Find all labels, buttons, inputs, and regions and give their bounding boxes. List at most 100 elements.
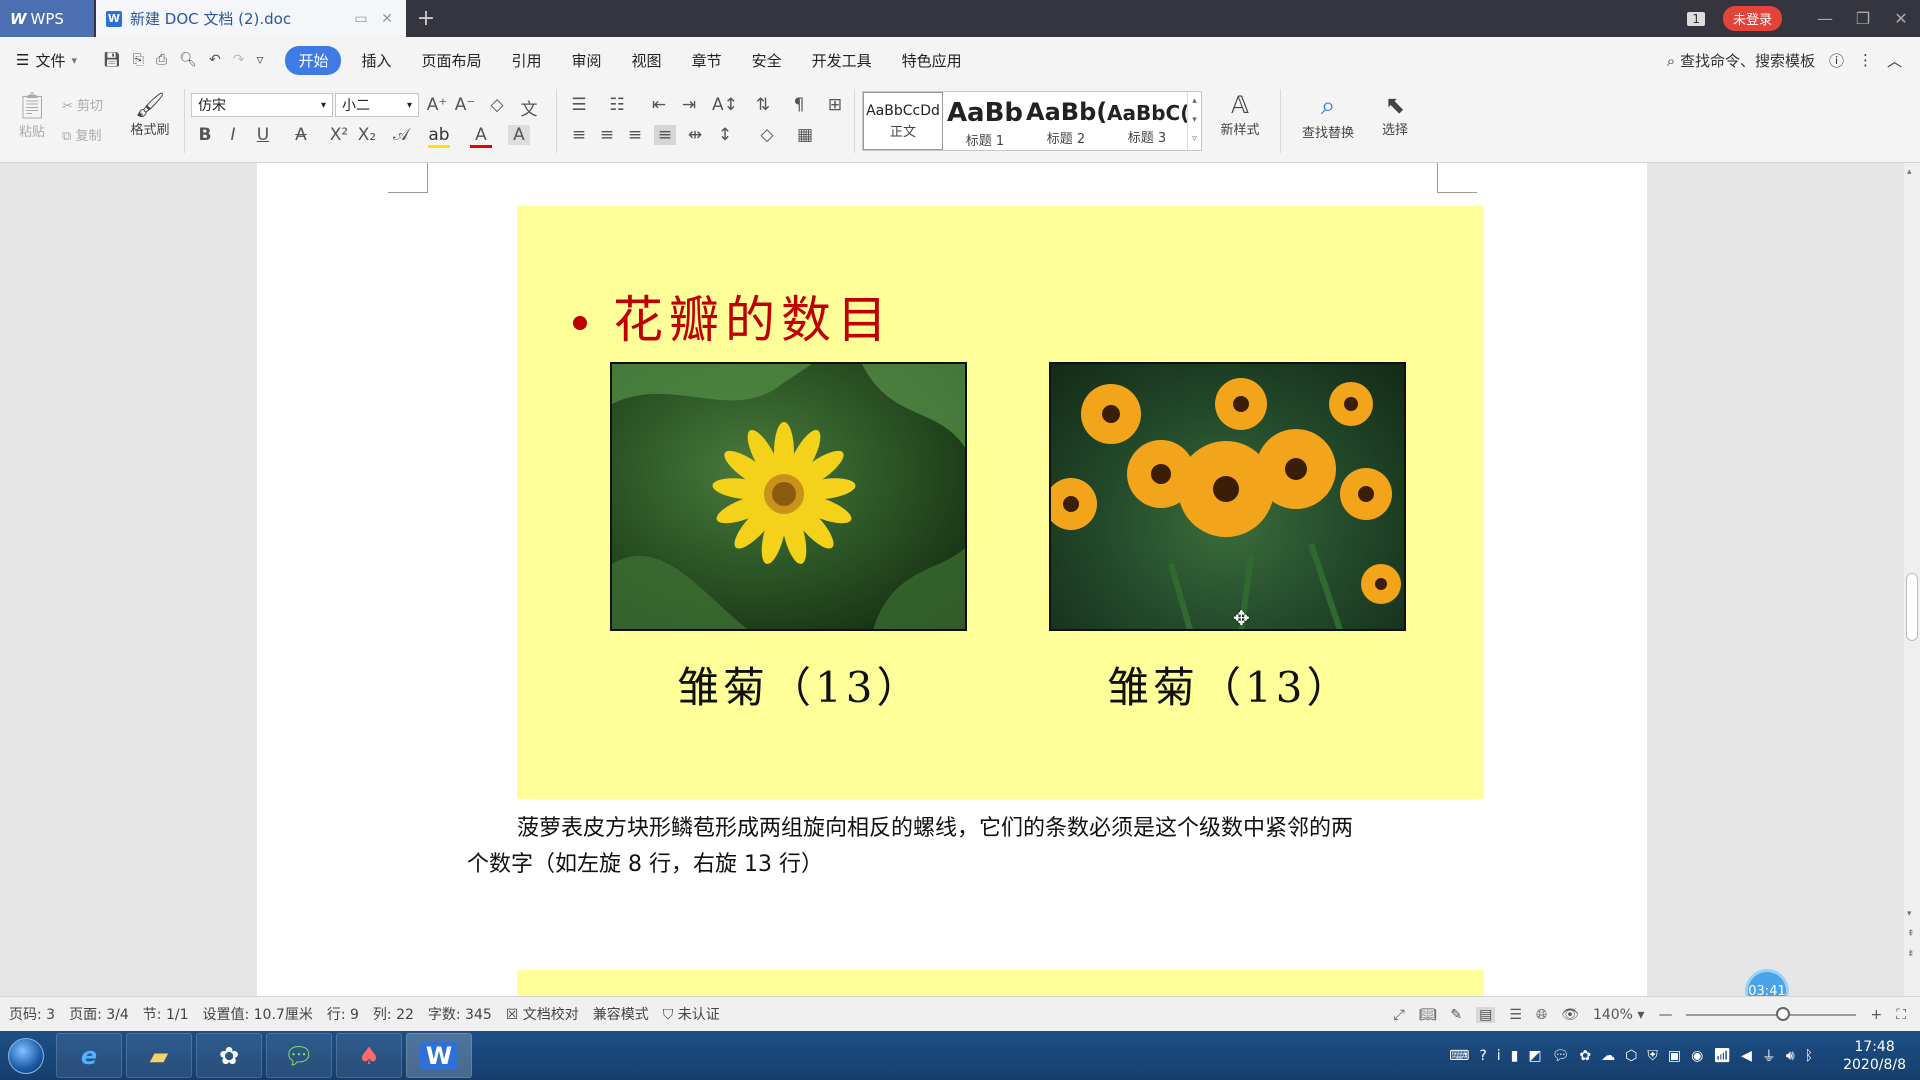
flower-tray-icon[interactable]: ✿ — [1579, 1048, 1591, 1064]
zoom-slider[interactable] — [1686, 1006, 1857, 1021]
save-icon[interactable]: 💾︎ — [103, 52, 121, 68]
tab-security[interactable]: 安全 — [742, 46, 792, 75]
taskbar-explorer[interactable]: ▰ — [126, 1033, 192, 1078]
undo-icon[interactable]: ↶ — [209, 52, 221, 68]
strikethrough-icon[interactable]: A — [290, 125, 312, 145]
taskbar-ie[interactable]: e — [56, 1033, 122, 1078]
font-size-select[interactable]: 小二 ▾ — [335, 93, 419, 117]
prev-page-icon[interactable]: ⇞ — [1907, 929, 1915, 939]
status-page[interactable]: 页面: 3/4 — [69, 1004, 129, 1024]
scroll-up-icon[interactable]: ▴ — [1907, 167, 1912, 177]
tab-developer[interactable]: 开发工具 — [802, 46, 882, 75]
italic-icon[interactable]: I — [222, 125, 244, 145]
taskbar-wechat[interactable]: 💬︎ — [266, 1033, 332, 1078]
align-center-icon[interactable]: ≡ — [596, 125, 618, 145]
align-left-icon[interactable]: ≡ — [568, 125, 590, 145]
decrease-indent-icon[interactable]: ⇤ — [648, 95, 670, 115]
outline-view-icon[interactable]: ☰ — [1509, 1007, 1522, 1023]
underline-icon[interactable]: U — [252, 125, 274, 145]
increase-indent-icon[interactable]: ⇥ — [678, 95, 700, 115]
new-style-button[interactable]: 𝔸 新样式 — [1210, 91, 1270, 138]
status-row[interactable]: 行: 9 — [327, 1004, 359, 1024]
tab-close-icon[interactable]: ✕ — [378, 11, 396, 27]
eye-protection-icon[interactable]: 👁︎ — [1561, 1007, 1579, 1023]
tab-page-layout[interactable]: 页面布局 — [412, 46, 492, 75]
more-icon[interactable]: ⋮ — [1858, 51, 1873, 69]
taskbar-wps[interactable]: W — [406, 1033, 472, 1078]
body-paragraph[interactable]: 菠萝表皮方块形鳞苞形成两组旋向相反的螺线，它们的条数必须是这个级数中紧邻的两 个… — [467, 811, 1447, 883]
tab-pin-icon[interactable]: ▭ — [352, 11, 370, 27]
output-pdf-icon[interactable]: ⎘ — [133, 52, 144, 68]
tab-insert[interactable]: 插入 — [351, 46, 401, 75]
fit-window-icon[interactable]: ⛶ — [1896, 1007, 1906, 1023]
grow-font-icon[interactable]: A⁺ — [426, 95, 448, 115]
new-tab-plus-icon[interactable]: + — [406, 0, 446, 37]
login-button[interactable]: 未登录 — [1722, 6, 1782, 31]
show-hide-icon[interactable]: ¶ — [788, 95, 810, 115]
status-tray-icon[interactable]: ◉ — [1691, 1048, 1703, 1064]
network-app-icon[interactable]: ☁ — [1601, 1048, 1615, 1064]
font-name-select[interactable]: 仿宋 ▾ — [191, 93, 333, 117]
chinese-layout-icon[interactable]: A↕ — [712, 95, 738, 115]
alert-flag-icon[interactable]: ◀ — [1741, 1048, 1752, 1064]
status-col[interactable]: 列: 22 — [373, 1004, 414, 1024]
volume-icon[interactable]: 🔊︎ — [1786, 1048, 1795, 1064]
zoom-level[interactable]: 140% ▾ — [1593, 1007, 1645, 1023]
input-method-icon[interactable]: ⅰ — [1497, 1048, 1501, 1064]
scroll-down-icon[interactable]: ▾ — [1907, 909, 1912, 919]
style-heading-1[interactable]: AaBb 标题 1 — [945, 92, 1025, 150]
security-shield-icon[interactable]: ⛨ — [1647, 1048, 1658, 1064]
start-button[interactable] — [0, 1033, 52, 1079]
embedded-slide-image[interactable]: 花瓣的数目 雏菊（13） 雏菊（13） — [517, 206, 1484, 799]
text-effect-icon[interactable]: 𝒜 — [390, 125, 412, 145]
vertical-scrollbar[interactable]: ▴ ▾ ⇞ ⇟ — [1904, 163, 1920, 996]
usb-icon[interactable]: ⏚ — [1762, 1046, 1776, 1066]
status-page-code[interactable]: 页码: 3 — [9, 1004, 55, 1024]
style-gallery-scroll[interactable]: ▴ ▾ ▿ — [1187, 92, 1201, 150]
tab-home[interactable]: 开始 — [285, 45, 342, 75]
page-view-icon[interactable]: ▤ — [1476, 1006, 1496, 1023]
status-section[interactable]: 节: 1/1 — [143, 1004, 189, 1024]
file-menu[interactable]: ☰ 文件 ▾ — [16, 50, 77, 71]
taskbar-cards[interactable]: ♠ — [336, 1033, 402, 1078]
zoom-out-icon[interactable]: — — [1658, 1007, 1672, 1023]
bold-icon[interactable]: B — [194, 125, 216, 145]
zoom-in-icon[interactable]: + — [1870, 1007, 1882, 1023]
line-spacing-icon[interactable]: ↕ — [714, 125, 736, 145]
redo-icon[interactable]: ↷ — [233, 52, 245, 68]
reading-mode-icon[interactable]: 📖︎ — [1419, 1007, 1437, 1023]
table-icon[interactable]: ⊞ — [824, 95, 846, 115]
status-setting[interactable]: 设置值: 10.7厘米 — [202, 1004, 312, 1024]
print-icon[interactable]: ⎙ — [156, 52, 167, 68]
wechat-tray-icon[interactable]: 💬︎ — [1552, 1048, 1570, 1064]
phonetic-guide-icon[interactable]: 文 — [518, 95, 540, 120]
highlight-icon[interactable]: ab — [428, 125, 450, 148]
cut-button[interactable]: ✂ 剪切 — [62, 95, 122, 114]
tab-review[interactable]: 审阅 — [562, 46, 612, 75]
edit-mode-icon[interactable]: ✎ — [1450, 1007, 1462, 1023]
help-tray-icon[interactable]: ? — [1479, 1048, 1486, 1064]
char-shading-icon[interactable]: A — [508, 125, 530, 145]
proofread-button[interactable]: ☒ 文档校对 — [506, 1004, 579, 1024]
zoom-slider-knob[interactable] — [1776, 1006, 1791, 1021]
shrink-font-icon[interactable]: A⁻ — [454, 95, 476, 115]
fullscreen-icon[interactable]: ⤢ — [1393, 1007, 1404, 1023]
close-window-icon[interactable]: ✕ — [1882, 0, 1920, 37]
web-view-icon[interactable]: 🌐︎ — [1536, 1007, 1547, 1023]
collapse-ribbon-icon[interactable]: ︿ — [1887, 50, 1902, 71]
style-normal[interactable]: AaBbCcDd 正文 — [863, 92, 943, 150]
next-slide-image[interactable] — [517, 970, 1484, 996]
display-tray-icon[interactable]: ▣ — [1668, 1048, 1681, 1064]
next-page-icon[interactable]: ⇟ — [1907, 949, 1915, 959]
customize-icon[interactable]: ▿ — [256, 52, 263, 68]
find-replace-button[interactable]: ⌕ 查找替换 — [1290, 91, 1366, 141]
print-preview-icon[interactable]: 🔍︎ — [179, 52, 197, 68]
select-button[interactable]: ⬉ 选择 — [1370, 91, 1420, 138]
bluetooth-icon[interactable]: ᛒ — [1805, 1048, 1813, 1064]
sort-icon[interactable]: ⇅ — [752, 95, 774, 115]
bullet-list-icon[interactable]: ☰ — [568, 95, 590, 115]
tab-special-apps[interactable]: 特色应用 — [892, 46, 972, 75]
align-right-icon[interactable]: ≡ — [624, 125, 646, 145]
distributed-icon[interactable]: ⇹ — [684, 125, 706, 145]
document-page[interactable]: 花瓣的数目 雏菊（13） 雏菊（13） 菠萝表皮方块形鳞苞形成两组旋向相反的螺线… — [257, 163, 1647, 996]
